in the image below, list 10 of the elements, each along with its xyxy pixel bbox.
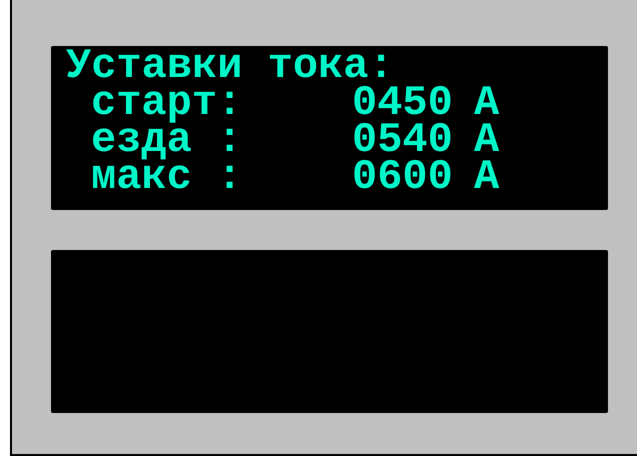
setting-value: 0540 [352, 122, 454, 159]
setting-label: езда : [91, 122, 244, 159]
unit-label: A [474, 122, 500, 159]
display-title: Уставки тока: [66, 48, 394, 85]
unit-label: A [474, 159, 500, 196]
setting-label: макс : [91, 159, 244, 196]
setting-value: 0600 [352, 159, 454, 196]
unit-label: A [474, 85, 500, 122]
setting-value: 0450 [352, 85, 454, 122]
setting-label: старт: [91, 85, 244, 122]
